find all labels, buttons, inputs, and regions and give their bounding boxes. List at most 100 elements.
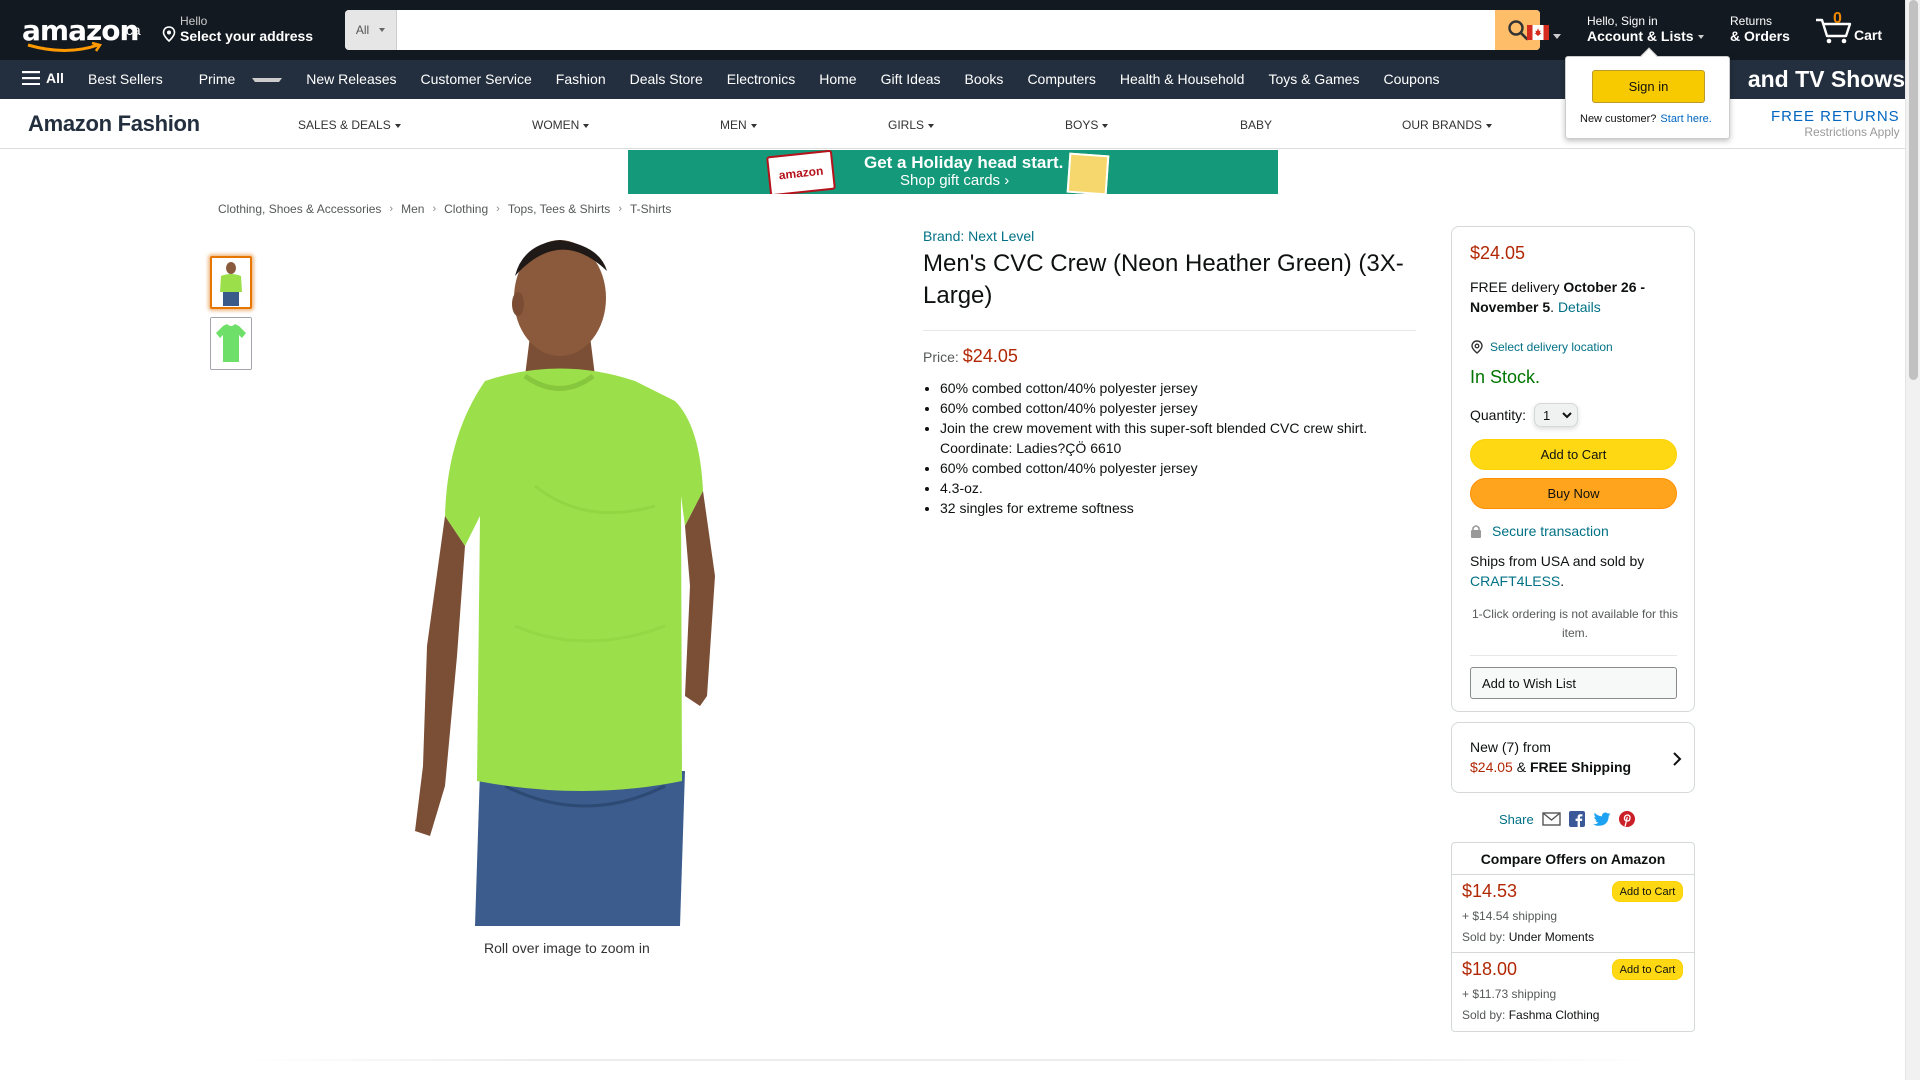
breadcrumb-link[interactable]: T-Shirts: [630, 202, 671, 216]
amazon-fashion-logo[interactable]: Amazon Fashion: [28, 111, 200, 137]
new-customer-label: New customer?: [1580, 113, 1657, 125]
free-returns-badge[interactable]: FREE RETURNS Restrictions Apply: [1771, 108, 1900, 139]
buybox-price: $24.05: [1470, 243, 1526, 263]
all-menu-button[interactable]: All: [22, 70, 64, 86]
address-label: Select your address: [180, 28, 314, 44]
chevron-down-icon: [750, 123, 757, 128]
gift-card-illustration: [1066, 152, 1110, 194]
cart-label: Cart: [1854, 27, 1883, 43]
signin-button[interactable]: Sign in: [1592, 70, 1705, 103]
account-lists-menu[interactable]: Hello, Sign in Account & Lists: [1587, 14, 1704, 44]
email-icon[interactable]: [1542, 812, 1561, 826]
cart-link[interactable]: 0 Cart: [1812, 10, 1902, 50]
offer-shipping: + $14.54 shipping: [1462, 909, 1558, 923]
nav-link-computers[interactable]: Computers: [1015, 71, 1107, 87]
fashion-nav-label: MEN: [720, 118, 747, 132]
breadcrumb-link[interactable]: Clothing, Shoes & Accessories: [218, 202, 381, 216]
delivery-info: FREE delivery October 26 - November 5. D…: [1470, 279, 1646, 315]
cart-count: 0: [1833, 10, 1842, 27]
fashion-nav-women[interactable]: WOMEN: [532, 118, 590, 132]
breadcrumb-separator: ›: [389, 203, 394, 215]
nav-link-home[interactable]: Home: [807, 71, 868, 87]
feature-bullet: Join the crew movement with this super-s…: [940, 418, 1410, 458]
scrollbar-thumb[interactable]: [1909, 0, 1918, 380]
offer-shipping: + $11.73 shipping: [1462, 987, 1557, 1001]
hamburger-icon: [22, 71, 40, 85]
new-offers-price-row: $24.05 & FREE Shipping: [1470, 759, 1632, 775]
buy-now-button[interactable]: Buy Now: [1470, 478, 1677, 509]
nav-link-gift-ideas[interactable]: Gift Ideas: [869, 71, 953, 87]
new-offers-price: $24.05: [1470, 759, 1513, 775]
location-pin-icon: [162, 26, 176, 42]
thumbnail-model[interactable]: [210, 256, 252, 309]
buy-box: $24.05 FREE delivery October 26 - Novemb…: [1451, 226, 1695, 712]
secure-transaction-link[interactable]: Secure transaction: [1470, 523, 1609, 539]
thumbnail-flat-shirt[interactable]: [210, 317, 252, 370]
all-menu-label: All: [46, 70, 64, 86]
fashion-nav-men[interactable]: MEN: [720, 118, 757, 132]
compare-offers-panel: Compare Offers on Amazon $14.53 + $14.54…: [1451, 842, 1695, 1032]
feature-bullet: 4.3-oz.: [940, 478, 1410, 498]
nav-link-toys-games[interactable]: Toys & Games: [1256, 71, 1371, 87]
nav-link-fashion[interactable]: Fashion: [544, 71, 618, 87]
fashion-nav-girls[interactable]: GIRLS: [888, 118, 935, 132]
price-row: Price: $24.05: [923, 346, 1018, 367]
ships-from-label: Ships from USA and sold by: [1470, 553, 1645, 569]
returns-orders-link[interactable]: Returns & Orders: [1730, 14, 1790, 44]
nav-link-books[interactable]: Books: [953, 71, 1016, 87]
address-greeting: Hello: [180, 14, 208, 28]
delivery-details-link[interactable]: Details: [1558, 299, 1601, 315]
start-here-link[interactable]: Start here.: [1660, 113, 1711, 125]
fashion-nav-baby[interactable]: BABY: [1240, 118, 1272, 132]
seller-link[interactable]: CRAFT4LESS: [1470, 573, 1560, 589]
fashion-nav-boys[interactable]: BOYS: [1065, 118, 1109, 132]
nav-link-deals-store[interactable]: Deals Store: [618, 71, 715, 87]
restrictions-apply: Restrictions Apply: [1804, 125, 1900, 139]
nav-link-prime[interactable]: Prime: [175, 71, 295, 87]
page-scrollbar[interactable]: [1905, 0, 1920, 1080]
search-input[interactable]: [397, 10, 1495, 50]
chevron-down-icon: [1486, 123, 1493, 128]
nav-link-electronics[interactable]: Electronics: [715, 71, 807, 87]
fashion-nav-sales-deals[interactable]: SALES & DEALS: [298, 118, 401, 132]
add-to-cart-button[interactable]: Add to Cart: [1470, 439, 1677, 470]
breadcrumb-link[interactable]: Tops, Tees & Shirts: [508, 202, 611, 216]
one-click-notice: 1-Click ordering is not available for th…: [1471, 607, 1679, 640]
nav-promo-text[interactable]: and TV Shows: [1748, 66, 1905, 93]
new-offers-box[interactable]: New (7) from $24.05 & FREE Shipping: [1451, 722, 1695, 793]
offer-row: $14.53 + $14.54 shipping Sold by: Under …: [1452, 875, 1694, 953]
nav-link-coupons[interactable]: Coupons: [1371, 71, 1451, 87]
select-location-link[interactable]: Select delivery location: [1470, 340, 1613, 354]
main-product-image[interactable]: [385, 226, 750, 926]
nav-link-new-releases[interactable]: New Releases: [294, 71, 408, 87]
quantity-select[interactable]: 1: [1534, 403, 1579, 427]
subnav-links: Best Sellers Prime New Releases Customer…: [76, 71, 1452, 87]
offer-seller: Fashma Clothing: [1508, 1008, 1600, 1022]
delivery-address[interactable]: Hello Select your address: [160, 14, 313, 44]
offer-row: $18.00 + $11.73 shipping Sold by: Fashma…: [1452, 953, 1694, 1031]
twitter-icon[interactable]: [1593, 812, 1611, 827]
nav-link-health-household[interactable]: Health & Household: [1108, 71, 1257, 87]
chevron-down-icon: [252, 78, 283, 83]
offer-add-to-cart-button[interactable]: Add to Cart: [1612, 959, 1683, 980]
breadcrumb-link[interactable]: Clothing: [444, 202, 488, 216]
canada-flag-icon[interactable]: [1527, 25, 1549, 40]
nav-link-best-sellers[interactable]: Best Sellers: [76, 71, 175, 87]
gift-card-banner[interactable]: amazon Get a Holiday head start. Shop gi…: [628, 150, 1278, 194]
quantity-row: Quantity: 1: [1470, 403, 1579, 427]
search-category-dropdown[interactable]: All: [345, 10, 397, 50]
amazon-logo[interactable]: amazon .ca: [18, 12, 141, 52]
fashion-nav-our-brands[interactable]: OUR BRANDS: [1402, 118, 1493, 132]
breadcrumb-link[interactable]: Men: [401, 202, 424, 216]
nav-link-customer-service[interactable]: Customer Service: [409, 71, 544, 87]
facebook-icon[interactable]: [1568, 811, 1585, 827]
offer-add-to-cart-button[interactable]: Add to Cart: [1612, 881, 1683, 902]
signin-flyout: Sign in New customer? Start here.: [1565, 47, 1730, 139]
brand-link[interactable]: Brand: Next Level: [923, 228, 1034, 244]
add-to-wish-list-button[interactable]: Add to Wish List: [1470, 667, 1677, 699]
pinterest-icon[interactable]: [1618, 811, 1635, 827]
section-divider: [250, 1059, 1650, 1061]
breadcrumb-separator: ›: [496, 203, 500, 215]
feature-bullet: 32 singles for extreme softness: [940, 498, 1410, 518]
share-row: Share: [1499, 811, 1635, 827]
